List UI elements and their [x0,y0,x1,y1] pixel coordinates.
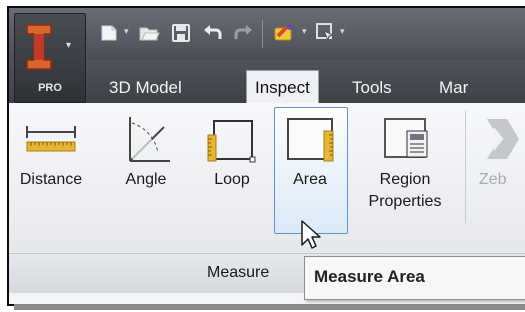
region-properties-icon [357,111,453,169]
tooltip-text: Measure Area [314,267,425,286]
zebra-label: Zeb [479,171,507,188]
area-icon [277,111,343,169]
select-dropdown-icon[interactable]: ▾ [340,26,345,37]
select-icon[interactable] [314,20,338,46]
quick-access-toolbar: ▾ ▾ ▾ [9,8,525,60]
save-icon[interactable] [169,20,193,46]
tab-3d-model[interactable]: 3D Model [109,72,182,103]
application-menu-button[interactable]: ▾ PRO [14,13,86,103]
tab-tools[interactable]: Tools [352,72,392,103]
angle-button[interactable]: Angle [115,111,177,191]
inventor-logo-icon [26,24,52,70]
distance-label: Distance [19,171,83,188]
area-label: Area [293,171,327,188]
app-menu-dropdown-icon: ▾ [66,40,72,51]
distance-icon [15,111,87,169]
tab-inspect[interactable]: Inspect [246,70,319,104]
distance-button[interactable]: Distance [15,111,87,191]
zebra-analysis-button[interactable]: Zeb [479,111,525,191]
ribbon-panel: Distance Angle Loop Area Region Properti… [9,103,525,253]
ribbon-tab-bar: 3D Model Inspect Tools Mar [9,60,525,104]
angle-label: Angle [125,171,167,188]
region-properties-label-line1: Region [379,171,431,188]
loop-button[interactable]: Loop [202,111,262,191]
area-button[interactable]: Area [277,111,343,191]
region-properties-button[interactable]: Region Properties [357,111,453,213]
appearance-icon[interactable] [271,20,297,46]
panel-separator [465,111,466,223]
edition-badge: PRO [38,82,62,94]
new-file-icon[interactable] [97,20,121,46]
mouse-cursor-icon [301,220,321,249]
loop-label: Loop [214,171,250,188]
qat-separator [262,20,263,48]
zebra-icon [479,111,525,169]
new-dropdown-icon[interactable]: ▾ [124,26,129,37]
loop-icon [202,111,262,169]
appearance-dropdown-icon[interactable]: ▾ [302,26,307,37]
angle-icon [115,111,177,169]
open-folder-icon[interactable] [137,20,161,46]
tooltip: Measure Area [304,256,525,300]
measure-panel-label: Measure [207,264,270,281]
redo-icon[interactable] [231,20,255,46]
region-properties-label-line2: Properties [368,193,442,210]
tab-manage-partial[interactable]: Mar [439,72,468,103]
undo-icon[interactable] [201,20,225,46]
frame-shadow [14,304,525,310]
